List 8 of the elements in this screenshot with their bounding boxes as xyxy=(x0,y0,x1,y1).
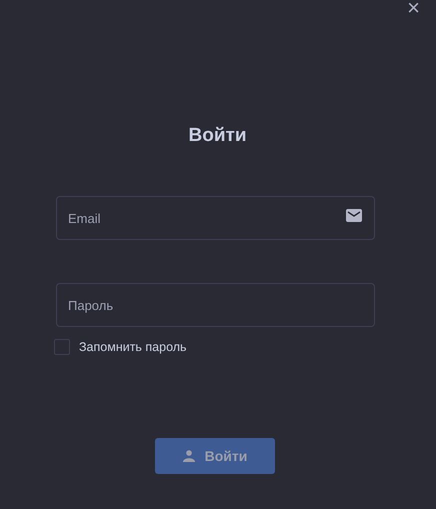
user-icon xyxy=(182,450,195,462)
dialog-title: Войти xyxy=(188,124,246,148)
mail-icon xyxy=(346,209,362,222)
close-button[interactable]: × xyxy=(403,0,424,19)
remember-label[interactable]: Запомнить пароль xyxy=(79,340,187,354)
email-field[interactable]: Email xyxy=(56,196,375,240)
remember-checkbox[interactable] xyxy=(54,339,70,355)
password-field[interactable]: Пароль xyxy=(56,283,375,327)
